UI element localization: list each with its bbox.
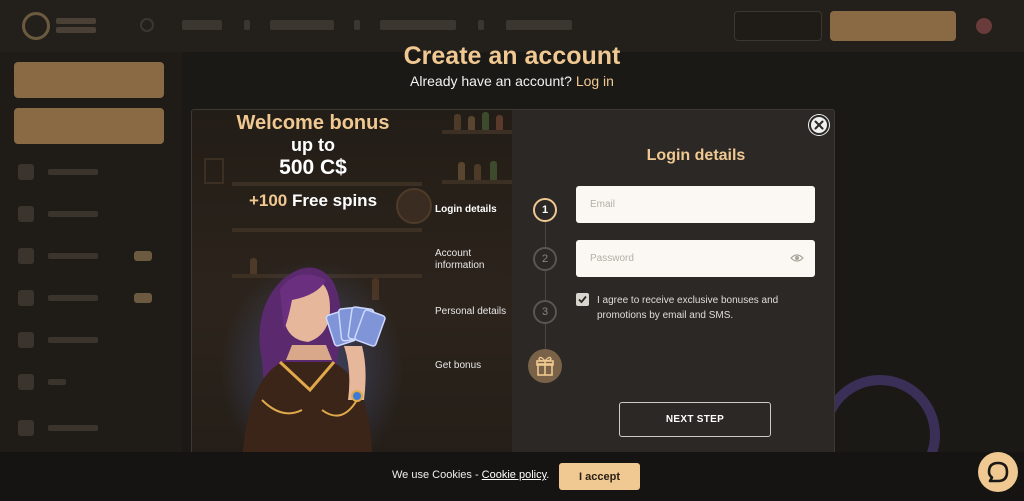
step-label: Account information (435, 248, 485, 271)
language-flag-icon (976, 18, 992, 34)
free-spins-count: +100 (248, 191, 288, 210)
accept-cookies-button[interactable]: I accept (559, 463, 640, 490)
already-have-account: Already have an account? Log in (0, 73, 1024, 89)
sidebar-item (14, 368, 164, 396)
nav-item-promotions (270, 20, 334, 30)
password-field[interactable] (576, 240, 815, 277)
step-personal-details: Personal details 3 (426, 298, 576, 332)
login-link[interactable]: Log in (576, 73, 614, 89)
bar-shelf (232, 228, 422, 232)
registration-stepper: Login details 1 Account information 2 Pe… (426, 188, 576, 388)
nav-separator (354, 20, 360, 30)
page-title: Create an account (403, 42, 621, 70)
cookie-banner: We use Cookies - Cookie policy. I accept (0, 452, 1024, 501)
sidebar-welcome-button (14, 108, 164, 144)
bottle (454, 114, 461, 130)
check-icon (578, 295, 587, 304)
sidebar-item (14, 414, 164, 442)
step-number: 3 (533, 300, 557, 324)
free-spins-text: Free spins (291, 191, 378, 210)
sidebar (0, 52, 182, 501)
sidebar-item (14, 326, 164, 354)
tournaments-icon (18, 290, 34, 306)
support-icon (18, 420, 34, 436)
sidebar-item (14, 158, 164, 186)
step-account-information: Account information 2 (426, 244, 576, 278)
stepper-line (545, 207, 546, 367)
site-logo (22, 12, 50, 40)
registration-modal: Welcome bonus up to 500 C$ +100 Free spi… (191, 109, 835, 461)
bonus-free-spins: +100 Free spins (192, 191, 434, 211)
form-title: Login details (646, 147, 746, 164)
nav-separator (244, 20, 250, 30)
bottle (468, 116, 475, 130)
wheel-icon (18, 332, 34, 348)
step-label: Get bonus (435, 360, 482, 371)
nav-item-tournaments (380, 20, 456, 30)
email-field[interactable] (576, 186, 815, 223)
chat-button[interactable] (978, 452, 1018, 492)
search-icon (140, 18, 154, 32)
bonus-title: Welcome bonus (236, 112, 390, 134)
nav-separator (478, 20, 484, 30)
header-login-button (734, 11, 822, 41)
step-number: 1 (533, 198, 557, 222)
cookie-text-suffix: . (546, 469, 550, 481)
step-label: Personal details (435, 306, 507, 317)
bar-shelf (442, 180, 512, 184)
bar-shelf (442, 130, 512, 134)
cookie-text: We use Cookies - Cookie policy. (392, 469, 549, 481)
close-icon[interactable] (809, 115, 829, 135)
sidebar-item (14, 242, 164, 270)
step-login-details: Login details 1 (426, 193, 576, 227)
agree-checkbox[interactable] (576, 293, 589, 306)
cookie-policy-link[interactable]: Cookie policy (482, 469, 547, 481)
vip-icon (18, 374, 34, 390)
step-label: Login details (435, 204, 497, 215)
bottle (458, 162, 465, 180)
bar-shelf (232, 182, 422, 186)
gift-icon (528, 349, 562, 383)
already-text: Already have an account? (410, 73, 572, 89)
nav-item-games (182, 20, 222, 30)
agree-text: I agree to receive exclusive bonuses and… (597, 295, 779, 321)
promotions-icon (18, 248, 34, 264)
eye-icon[interactable] (790, 253, 804, 263)
bottle (474, 164, 481, 180)
sidebar-item (14, 284, 164, 312)
cookie-text-prefix: We use Cookies - (392, 469, 482, 481)
games-icon (18, 164, 34, 180)
step-get-bonus: Get bonus (426, 348, 576, 383)
site-logo-text (56, 18, 96, 24)
next-step-button[interactable]: NEXT STEP (619, 402, 771, 437)
nav-item-live-dealers (506, 20, 572, 30)
step-number: 2 (533, 247, 557, 271)
bottle (496, 115, 503, 130)
chat-icon (987, 461, 1009, 483)
header-register-button (830, 11, 956, 41)
bonus-amount: 500 C$ (279, 156, 347, 179)
bottle (482, 112, 489, 130)
bonus-up-to: up to (291, 135, 335, 155)
live-dealers-icon (18, 206, 34, 222)
bottle (490, 161, 497, 180)
dealer-illustration (222, 260, 402, 460)
sidebar-item (14, 200, 164, 228)
